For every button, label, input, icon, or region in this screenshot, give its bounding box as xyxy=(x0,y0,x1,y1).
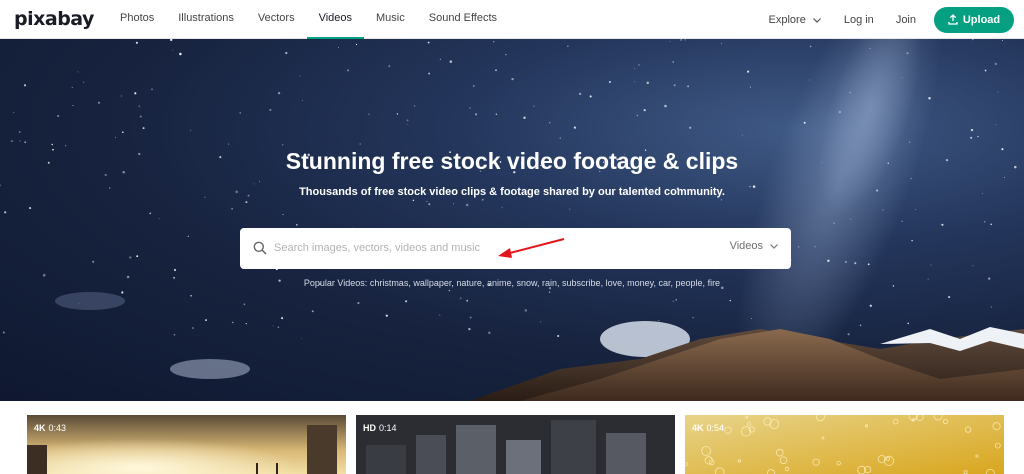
chevron-down-icon xyxy=(770,244,778,249)
video-quality: 4K xyxy=(34,423,46,433)
popular-tag[interactable]: car xyxy=(658,278,670,288)
video-duration-badge: 4K 0:54 xyxy=(692,423,724,433)
popular-tag[interactable]: fire xyxy=(708,278,721,288)
video-thumbnail xyxy=(356,415,675,474)
upload-label: Upload xyxy=(962,13,1001,26)
popular-label: Popular Videos: xyxy=(303,278,368,288)
night-sky-background xyxy=(0,39,1024,401)
popular-tag[interactable]: christmas xyxy=(370,278,409,288)
video-tile[interactable]: HD 0:14 xyxy=(356,415,675,474)
nav-vectors[interactable]: Vectors xyxy=(246,0,307,39)
video-tile[interactable]: 4K 0:54 xyxy=(685,415,1004,474)
popular-tag[interactable]: love xyxy=(606,278,623,288)
video-duration-badge: 4K 0:43 xyxy=(34,423,66,433)
pixabay-logo[interactable]: pixabay xyxy=(14,8,94,30)
account-nav: Explore Log in Join Upload xyxy=(747,0,1014,39)
hero-title: Stunning free stock video footage & clip… xyxy=(285,148,739,174)
video-thumbnail xyxy=(27,415,346,474)
red-annotation-arrow-icon xyxy=(498,238,565,258)
video-duration: 0:14 xyxy=(379,423,397,433)
nav-music[interactable]: Music xyxy=(364,0,417,39)
nav-sound-effects[interactable]: Sound Effects xyxy=(417,0,509,39)
video-thumbnail xyxy=(685,415,1004,474)
video-grid: 4K 0:43 HD 0:14 4K 0:54 xyxy=(0,401,1024,474)
video-duration-badge: HD 0:14 xyxy=(363,423,397,433)
popular-tag[interactable]: wallpaper xyxy=(413,278,451,288)
media-type-select[interactable]: Videos xyxy=(730,240,779,252)
explore-label: Explore xyxy=(768,13,806,26)
popular-tag[interactable]: snow xyxy=(516,278,537,288)
nav-videos[interactable]: Videos xyxy=(306,0,365,39)
nav-illustrations[interactable]: Illustrations xyxy=(166,0,246,39)
popular-tag[interactable]: people xyxy=(676,278,703,288)
search-icon[interactable] xyxy=(253,241,267,255)
popular-tag[interactable]: anime xyxy=(487,278,512,288)
video-duration: 0:54 xyxy=(706,423,725,433)
video-quality: 4K xyxy=(692,423,704,433)
media-type-label: Videos xyxy=(729,240,763,252)
hero-subtitle: Thousands of free stock video clips & fo… xyxy=(299,186,725,198)
login-link[interactable]: Log in xyxy=(844,14,874,26)
upload-button[interactable]: Upload xyxy=(934,6,1014,33)
video-tile[interactable]: 4K 0:43 xyxy=(27,415,346,474)
search-input[interactable] xyxy=(274,238,714,258)
video-duration: 0:43 xyxy=(48,423,67,433)
popular-tag[interactable]: nature xyxy=(456,278,482,288)
popular-tag[interactable]: money xyxy=(627,278,653,288)
popular-tag[interactable]: rain xyxy=(542,278,557,288)
join-link[interactable]: Join xyxy=(896,14,916,26)
video-quality: HD xyxy=(363,423,376,433)
upload-icon xyxy=(948,14,958,25)
nav-photos[interactable]: Photos xyxy=(108,0,166,39)
popular-searches: Popular Videos: christmas, wallpaper, na… xyxy=(303,278,721,288)
chevron-down-icon xyxy=(812,17,821,23)
hero-banner: Stunning free stock video footage & clip… xyxy=(0,39,1024,401)
explore-menu[interactable]: Explore xyxy=(769,14,822,26)
popular-tag[interactable]: subscribe xyxy=(562,278,601,288)
main-nav: Photos Illustrations Vectors Videos Musi… xyxy=(108,0,509,39)
top-navigation-bar: pixabay Photos Illustrations Vectors Vid… xyxy=(0,0,1024,39)
